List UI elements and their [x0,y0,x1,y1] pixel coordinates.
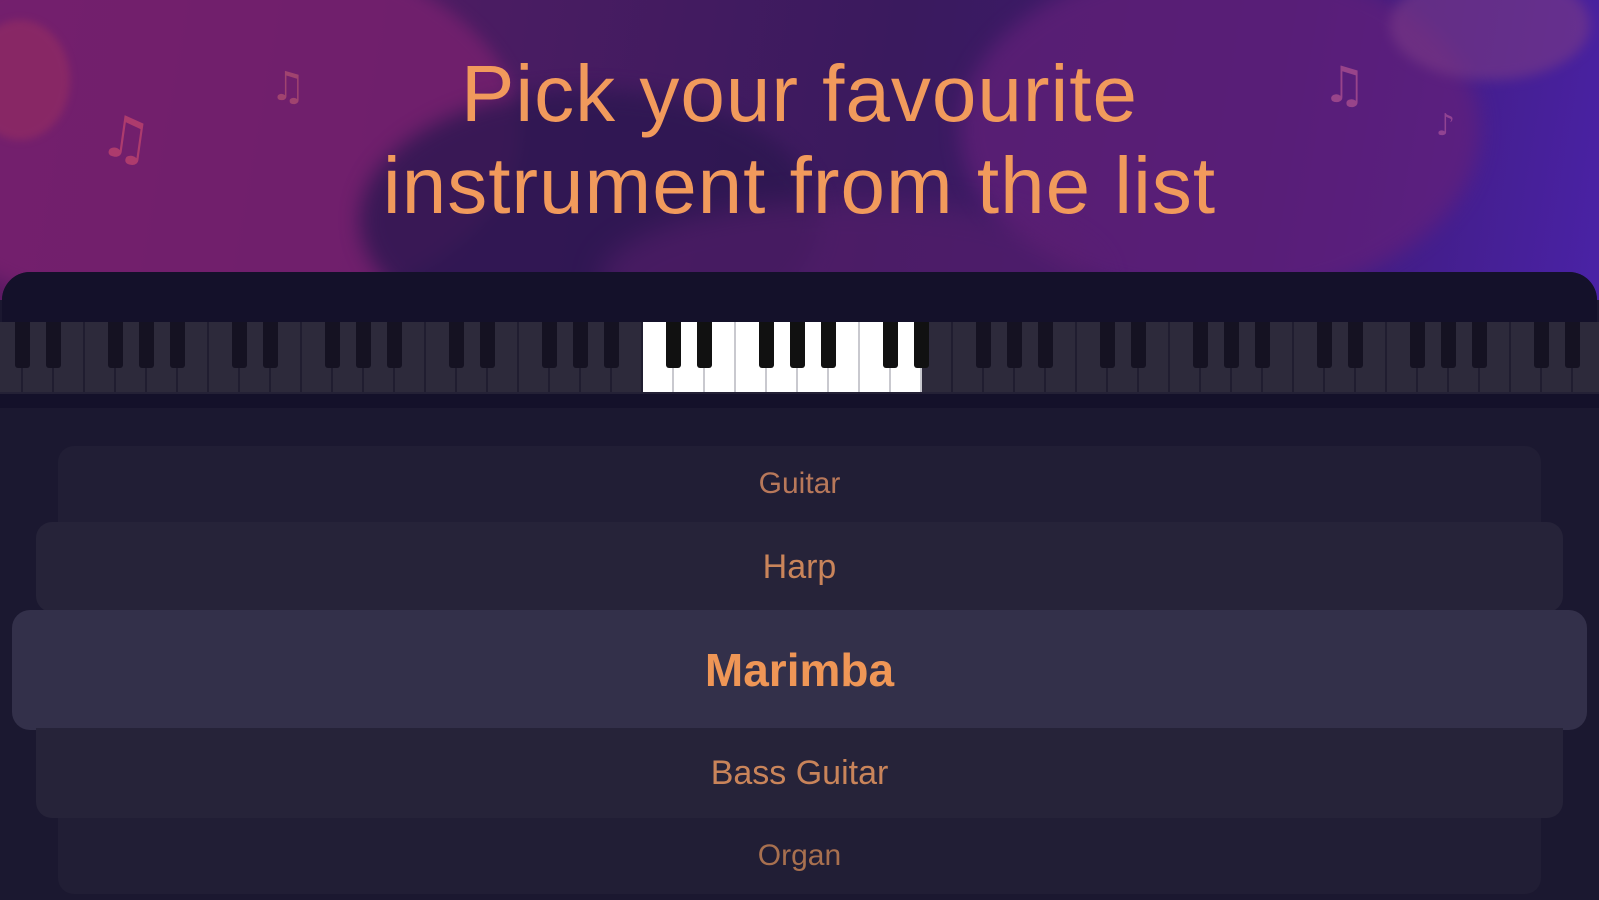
page-title: Pick your favourite instrument from the … [0,48,1599,232]
instrument-option[interactable]: Guitar [58,446,1541,522]
title-line-1: Pick your favourite [460,49,1139,138]
piano-keyboard [0,322,1599,394]
piano-black-key [821,322,836,368]
piano-black-key [914,322,929,368]
panel-top-bar [2,272,1597,322]
header-banner: ♫ ♫ ♫ ♪ Pick your favourite instrument f… [0,0,1599,300]
piano-black-key [790,322,805,368]
instrument-option[interactable]: Organ [58,818,1541,894]
instrument-option[interactable]: Bass Guitar [36,728,1563,818]
piano-black-key [697,322,712,368]
instrument-option[interactable]: Harp [36,522,1563,612]
piano-black-key [883,322,898,368]
title-line-2: instrument from the list [382,141,1217,230]
keyboard-shadow [0,394,1599,408]
piano-black-key [666,322,681,368]
instrument-option-selected[interactable]: Marimba [12,610,1587,730]
piano-black-key [759,322,774,368]
